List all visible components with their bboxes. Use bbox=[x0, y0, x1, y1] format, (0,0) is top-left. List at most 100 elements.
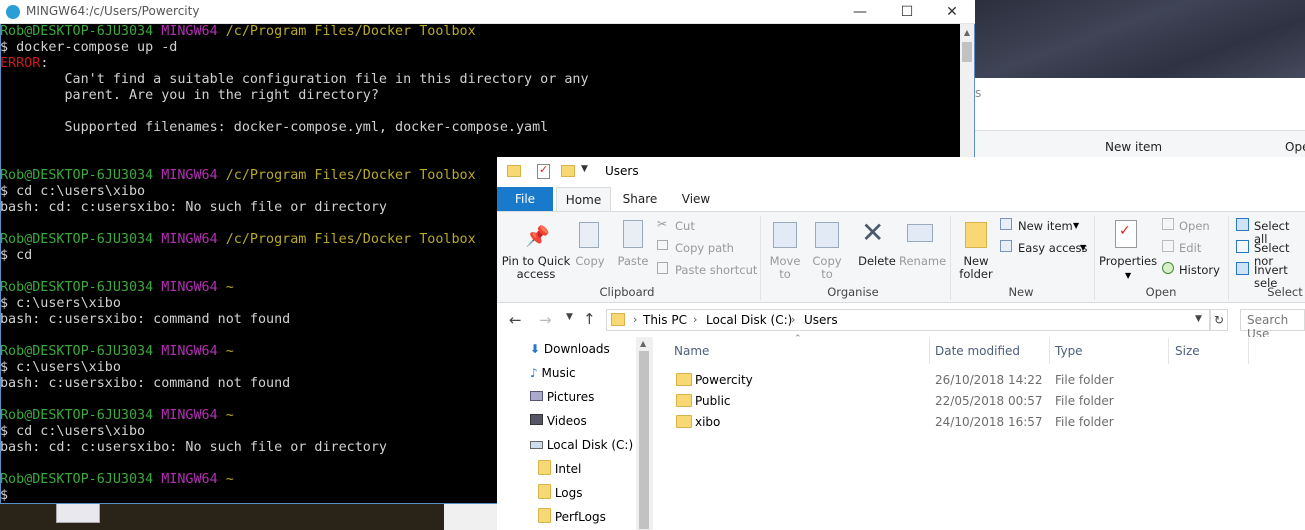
new-folder-button[interactable]: New folder bbox=[955, 255, 997, 281]
ribbon-separator bbox=[1094, 216, 1095, 300]
scroll-up-arrow[interactable]: ▲ bbox=[960, 28, 974, 40]
open-button[interactable]: Open bbox=[1179, 220, 1210, 233]
new-item-icon bbox=[1000, 218, 1012, 230]
history-button[interactable]: History bbox=[1179, 264, 1220, 277]
nav-item-videos[interactable]: Videos bbox=[530, 410, 587, 432]
breadcrumb-this-pc[interactable]: This PC bbox=[643, 313, 687, 327]
properties-button[interactable]: Properties bbox=[1099, 255, 1157, 268]
search-input[interactable]: Search Use bbox=[1240, 309, 1305, 341]
column-header-size[interactable]: Size bbox=[1175, 344, 1200, 358]
nav-scrollbar[interactable]: ▲ bbox=[636, 337, 653, 530]
film-icon bbox=[530, 414, 543, 425]
paste-icon bbox=[623, 220, 643, 248]
nav-item-downloads[interactable]: ⬇ Downloads bbox=[530, 338, 610, 360]
nav-item-pictures[interactable]: Pictures bbox=[530, 386, 594, 408]
breadcrumb-chevron-icon[interactable]: › bbox=[693, 313, 697, 326]
breadcrumb-local-disk[interactable]: Local Disk (C:) bbox=[706, 313, 792, 327]
explorer-title: Users bbox=[605, 164, 639, 178]
terminal-text-segment: bash: c:usersxibo: command not found bbox=[0, 376, 291, 391]
pin-to-quick-access-button[interactable]: Pin to Quick access bbox=[501, 255, 571, 281]
scrollbar-thumb[interactable] bbox=[639, 351, 649, 529]
refresh-icon[interactable]: ↻ bbox=[1210, 309, 1228, 331]
column-divider[interactable] bbox=[929, 338, 930, 364]
file-name: xibo bbox=[695, 415, 721, 429]
breadcrumb-chevron-icon[interactable]: › bbox=[633, 313, 637, 326]
move-to-icon bbox=[773, 222, 797, 248]
terminal-text-segment: ~ bbox=[225, 344, 234, 359]
scrollbar-thumb[interactable] bbox=[962, 42, 972, 62]
tab-view[interactable]: View bbox=[667, 187, 725, 211]
file-list[interactable] bbox=[653, 337, 1305, 530]
explorer-titlebar[interactable]: ✓ ▼ Users bbox=[497, 157, 1305, 187]
terminal-text-segment: $ bbox=[0, 488, 9, 503]
scroll-up-arrow[interactable]: ▲ bbox=[640, 339, 646, 348]
delete-button[interactable]: Delete bbox=[855, 255, 899, 268]
terminal-text-segment: Rob@DESKTOP-6JU3034 bbox=[0, 232, 162, 247]
terminal-titlebar[interactable]: MINGW64:/c/Users/Powercity — ☐ ✕ bbox=[0, 0, 975, 24]
forward-arrow-icon[interactable]: → bbox=[539, 311, 552, 329]
maximize-button[interactable]: ☐ bbox=[884, 0, 930, 24]
terminal-line: Rob@DESKTOP-6JU3034 MINGW64 /c/Program F… bbox=[0, 24, 960, 40]
nav-item-label: Music bbox=[541, 366, 576, 380]
address-dropdown-icon[interactable]: ▼ bbox=[1195, 314, 1202, 324]
column-header-date[interactable]: Date modified bbox=[935, 344, 1020, 358]
column-divider[interactable] bbox=[1049, 338, 1050, 364]
tab-home[interactable]: Home bbox=[556, 187, 611, 211]
table-row[interactable]: Powercity 26/10/2018 14:22 File folder bbox=[676, 370, 1276, 390]
table-row[interactable]: Public 22/05/2018 00:57 File folder bbox=[676, 391, 1276, 411]
background-open[interactable]: Ope bbox=[1285, 140, 1305, 154]
folder-icon bbox=[611, 313, 625, 326]
ribbon-separator bbox=[950, 216, 951, 300]
column-divider[interactable] bbox=[1168, 338, 1169, 364]
copy-to-button[interactable]: Copy to bbox=[809, 255, 845, 281]
move-to-button[interactable]: Move to bbox=[767, 255, 803, 281]
column-header-type[interactable]: Type bbox=[1055, 344, 1083, 358]
ribbon-separator bbox=[760, 216, 761, 300]
recent-dropdown-icon[interactable]: ▼ bbox=[566, 312, 573, 322]
new-folder-quick-icon[interactable] bbox=[561, 165, 575, 177]
up-arrow-icon[interactable]: ↑ bbox=[583, 310, 596, 328]
new-folder-icon bbox=[965, 222, 987, 248]
new-item-button[interactable]: New item bbox=[1018, 220, 1073, 233]
cut-button[interactable]: Cut bbox=[675, 220, 695, 233]
nav-item-local-disk[interactable]: Local Disk (C:) bbox=[530, 434, 633, 456]
paste-button[interactable]: Paste bbox=[615, 255, 651, 268]
terminal-text-segment: Rob@DESKTOP-6JU3034 bbox=[0, 344, 162, 359]
edit-button[interactable]: Edit bbox=[1179, 242, 1201, 255]
address-bar[interactable]: › This PC › Local Disk (C:) › Users ▼ bbox=[606, 309, 1210, 331]
paste-shortcut-button[interactable]: Paste shortcut bbox=[675, 264, 757, 277]
navigation-pane[interactable]: ⬇ Downloads ♪ Music Pictures Videos Loca… bbox=[497, 337, 652, 530]
nav-item-perflogs[interactable]: PerfLogs bbox=[538, 506, 606, 528]
desktop-icon-thumbnail[interactable] bbox=[56, 503, 100, 523]
terminal-text-segment: MINGW64 bbox=[161, 408, 226, 423]
tab-file[interactable]: File bbox=[497, 187, 553, 211]
table-row[interactable]: xibo 24/10/2018 16:57 File folder bbox=[676, 412, 1276, 432]
tab-share[interactable]: Share bbox=[615, 187, 665, 211]
column-divider[interactable] bbox=[1248, 338, 1249, 364]
folder-icon bbox=[538, 460, 551, 475]
quick-access-dropdown-icon[interactable]: ▼ bbox=[581, 164, 588, 174]
back-arrow-icon[interactable]: ← bbox=[509, 311, 522, 329]
chevron-down-icon: ▼ bbox=[1125, 271, 1132, 280]
properties-check-icon[interactable]: ✓ bbox=[537, 163, 550, 179]
nav-item-music[interactable]: ♪ Music bbox=[530, 362, 576, 384]
terminal-text-segment: $ cd c:\users\xibo bbox=[0, 184, 146, 199]
easy-access-button[interactable]: Easy access bbox=[1018, 242, 1088, 255]
folder-icon bbox=[538, 484, 551, 499]
copy-button[interactable]: Copy bbox=[573, 255, 607, 268]
terminal-text-segment: MINGW64 bbox=[161, 232, 226, 247]
terminal-line: ERROR: bbox=[0, 56, 960, 72]
terminal-text-segment: ~ bbox=[225, 280, 234, 295]
nav-item-intel[interactable]: Intel bbox=[538, 458, 581, 480]
minimize-button[interactable]: — bbox=[837, 0, 883, 24]
breadcrumb-chevron-icon[interactable]: › bbox=[791, 313, 795, 326]
nav-item-logs[interactable]: Logs bbox=[538, 482, 583, 504]
file-type: File folder bbox=[1055, 394, 1114, 408]
file-type: File folder bbox=[1055, 415, 1114, 429]
column-header-name[interactable]: Name bbox=[674, 344, 709, 358]
breadcrumb-users[interactable]: Users bbox=[804, 313, 838, 327]
rename-button[interactable]: Rename bbox=[899, 255, 946, 268]
close-button[interactable]: ✕ bbox=[929, 0, 975, 24]
background-new-item[interactable]: New item bbox=[1105, 140, 1162, 154]
copy-path-button[interactable]: Copy path bbox=[675, 242, 734, 255]
